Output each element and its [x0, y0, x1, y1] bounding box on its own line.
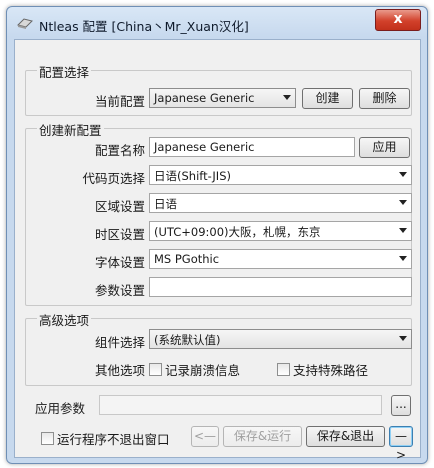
other-options-label: 其他选项 — [94, 363, 145, 378]
crash-log-checkbox[interactable]: 记录崩溃信息 — [149, 360, 240, 379]
dialog-body: 配置选择 当前配置 Japanese Generic 创建 删除 创建新配置 配… — [14, 39, 421, 462]
chevron-down-icon — [283, 95, 291, 100]
chevron-down-icon — [399, 228, 407, 233]
new-config-title: 创建新配置 — [37, 120, 104, 139]
font-select[interactable]: MS PGothic — [149, 249, 412, 269]
checkbox-box[interactable] — [277, 363, 290, 376]
window-title: Ntleas 配置 [China丶Mr_Xuan汉化] — [39, 19, 249, 34]
checkbox-box[interactable] — [41, 432, 54, 445]
close-button[interactable]: x — [375, 9, 421, 31]
chevron-down-icon — [399, 256, 407, 261]
chevron-down-icon — [399, 336, 407, 341]
prev-button[interactable]: <— — [191, 426, 219, 447]
timezone-label: 时区设置 — [94, 227, 145, 242]
config-name-input[interactable]: Japanese Generic — [149, 137, 355, 157]
next-button[interactable]: —> — [389, 426, 413, 462]
config-window: Ntleas 配置 [China丶Mr_Xuan汉化] x 配置选择 当前配置 … — [6, 6, 428, 464]
browse-button[interactable]: ... — [391, 395, 411, 416]
delete-button[interactable]: 删除 — [359, 88, 410, 109]
app-params-input[interactable] — [99, 395, 382, 415]
config-select-title: 配置选择 — [37, 62, 92, 81]
close-icon: x — [393, 11, 403, 27]
app-params-label: 应用参数 — [35, 401, 86, 416]
apply-button[interactable]: 应用 — [359, 137, 410, 158]
component-label: 组件选择 — [94, 335, 145, 350]
current-config-label: 当前配置 — [94, 94, 145, 109]
timezone-select[interactable]: (UTC+09:00)大阪，札幌，东京 — [149, 221, 412, 241]
codepage-label: 代码页选择 — [82, 171, 145, 186]
special-path-checkbox[interactable]: 支持特殊路径 — [277, 360, 368, 379]
title-bar[interactable]: Ntleas 配置 [China丶Mr_Xuan汉化] x — [7, 7, 427, 39]
config-name-label: 配置名称 — [94, 143, 145, 158]
chevron-down-icon — [399, 172, 407, 177]
app-icon — [17, 18, 33, 29]
create-button[interactable]: 创建 — [302, 88, 353, 109]
component-select[interactable]: (系统默认值) — [149, 329, 412, 349]
font-label: 字体设置 — [94, 255, 145, 270]
region-select[interactable]: 日语 — [149, 193, 412, 213]
keep-running-checkbox[interactable]: 运行程序不退出窗口 — [41, 429, 170, 448]
checkbox-box[interactable] — [149, 363, 162, 376]
save-run-button[interactable]: 保存&运行 — [223, 426, 302, 447]
region-label: 区域设置 — [94, 199, 145, 214]
chevron-down-icon — [399, 200, 407, 205]
advanced-title: 高级选项 — [37, 310, 92, 329]
save-exit-button[interactable]: 保存&退出 — [306, 426, 385, 447]
current-config-select[interactable]: Japanese Generic — [149, 88, 296, 108]
params-label: 参数设置 — [94, 283, 145, 298]
params-input[interactable] — [149, 277, 412, 297]
codepage-select[interactable]: 日语(Shift-JIS) — [149, 165, 412, 185]
